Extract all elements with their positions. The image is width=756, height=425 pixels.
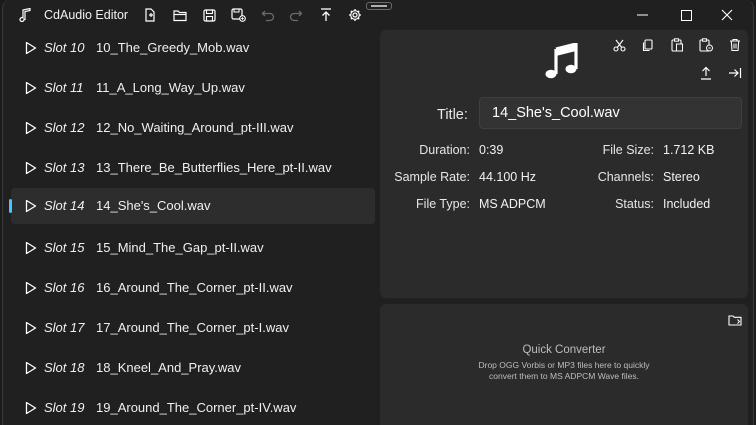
status-label: Status: xyxy=(615,197,654,211)
slot-filename: 11_A_Long_Way_Up.wav xyxy=(96,80,245,95)
app-title: CdAudio Editor xyxy=(44,8,129,22)
move-to-end-icon[interactable] xyxy=(725,63,745,83)
details-panel: Title: Duration: 0:39 File Size: 1.712 K… xyxy=(380,30,748,298)
slot-number: Slot 11 xyxy=(44,80,84,95)
slot-number: Slot 13 xyxy=(44,160,85,175)
maximize-button[interactable] xyxy=(664,0,708,30)
quick-converter-title: Quick Converter xyxy=(522,344,606,356)
copy-icon[interactable] xyxy=(638,35,658,55)
play-icon[interactable] xyxy=(25,401,37,415)
music-note-icon xyxy=(545,43,578,79)
upload-icon[interactable] xyxy=(696,63,716,83)
slot-number: Slot 19 xyxy=(44,400,85,415)
export-icon[interactable] xyxy=(316,6,336,24)
redo-icon[interactable] xyxy=(286,6,306,24)
slot-number: Slot 12 xyxy=(44,120,85,135)
play-icon[interactable] xyxy=(25,281,37,295)
selection-indicator xyxy=(9,199,12,213)
slot-row[interactable]: Slot 13 13_There_Be_Butterflies_Here_pt-… xyxy=(11,150,375,186)
slot-filename: 19_Around_The_Corner_pt-IV.wav xyxy=(96,400,297,415)
slot-row[interactable]: Slot 10 10_The_Greedy_Mob.wav xyxy=(11,30,375,66)
slot-row-selected[interactable]: Slot 14 14_She's_Cool.wav xyxy=(9,188,375,224)
slot-filename: 10_The_Greedy_Mob.wav xyxy=(96,40,250,55)
file-size-value: 1.712 KB xyxy=(663,143,715,157)
slot-filename: 15_Mind_The_Gap_pt-II.wav xyxy=(96,240,264,255)
slot-filename: 14_She's_Cool.wav xyxy=(96,198,211,213)
minimize-button[interactable] xyxy=(620,0,664,30)
slot-number: Slot 14 xyxy=(44,198,85,213)
sample-rate-label: Sample Rate: xyxy=(394,170,470,184)
new-file-icon[interactable] xyxy=(140,6,160,24)
slot-number: Slot 18 xyxy=(44,360,85,375)
title-input[interactable] xyxy=(479,97,742,129)
slot-row[interactable]: Slot 19 19_Around_The_Corner_pt-IV.wav xyxy=(11,390,375,425)
app-window: CdAudio Editor Slot 10 10_The_Greedy_Mob… xyxy=(2,0,754,425)
undo-icon[interactable] xyxy=(258,6,278,24)
sample-rate-value: 44.100 Hz xyxy=(479,170,536,184)
channels-label: Channels: xyxy=(597,170,654,184)
duration-label: Duration: xyxy=(419,143,470,157)
duration-value: 0:39 xyxy=(479,143,504,157)
play-icon[interactable] xyxy=(25,81,37,95)
play-icon[interactable] xyxy=(25,321,37,335)
slot-number: Slot 16 xyxy=(44,280,85,295)
slot-filename: 12_No_Waiting_Around_pt-III.wav xyxy=(96,120,294,135)
file-type-value: MS ADPCM xyxy=(479,197,546,211)
slot-number: Slot 15 xyxy=(44,240,85,255)
drag-handle[interactable] xyxy=(366,2,392,10)
quick-converter-description: Drop OGG Vorbis or MP3 files here to qui… xyxy=(478,360,650,381)
open-folder-icon[interactable] xyxy=(725,310,745,330)
save-icon[interactable] xyxy=(199,6,219,24)
play-icon[interactable] xyxy=(25,241,37,255)
slot-number: Slot 17 xyxy=(44,320,85,335)
slot-row[interactable]: Slot 11 11_A_Long_Way_Up.wav xyxy=(11,70,375,106)
paste-special-icon[interactable] xyxy=(696,35,716,55)
save-as-icon[interactable] xyxy=(228,6,248,24)
title-label: Title: xyxy=(437,107,468,123)
slot-filename: 17_Around_The_Corner_pt-I.wav xyxy=(96,320,289,335)
play-icon[interactable] xyxy=(25,161,37,175)
file-type-label: File Type: xyxy=(416,197,470,211)
quick-converter-dropzone[interactable]: Quick Converter Drop OGG Vorbis or MP3 f… xyxy=(380,304,748,425)
delete-icon[interactable] xyxy=(725,35,745,55)
settings-icon[interactable] xyxy=(345,6,365,24)
app-music-note-icon xyxy=(19,7,33,27)
paste-icon[interactable] xyxy=(667,35,687,55)
close-button[interactable] xyxy=(705,0,749,30)
play-icon[interactable] xyxy=(25,199,37,213)
status-value: Included xyxy=(663,197,711,211)
slot-filename: 18_Kneel_And_Pray.wav xyxy=(96,360,242,375)
slot-row[interactable]: Slot 15 15_Mind_The_Gap_pt-II.wav xyxy=(11,230,375,266)
open-folder-icon[interactable] xyxy=(170,6,190,24)
slot-row[interactable]: Slot 12 12_No_Waiting_Around_pt-III.wav xyxy=(11,110,375,146)
play-icon[interactable] xyxy=(25,41,37,55)
play-icon[interactable] xyxy=(25,121,37,135)
slot-filename: 16_Around_The_Corner_pt-II.wav xyxy=(96,280,293,295)
slot-row[interactable]: Slot 16 16_Around_The_Corner_pt-II.wav xyxy=(11,270,375,306)
file-size-label: File Size: xyxy=(602,143,654,157)
cut-icon[interactable] xyxy=(609,35,629,55)
slot-filename: 13_There_Be_Butterflies_Here_pt-II.wav xyxy=(96,160,332,175)
title-bar: CdAudio Editor xyxy=(3,0,753,30)
play-icon[interactable] xyxy=(25,361,37,375)
channels-value: Stereo xyxy=(663,170,700,184)
slot-row[interactable]: Slot 18 18_Kneel_And_Pray.wav xyxy=(11,350,375,386)
slot-row[interactable]: Slot 17 17_Around_The_Corner_pt-I.wav xyxy=(11,310,375,346)
slot-number: Slot 10 xyxy=(44,40,85,55)
slot-list[interactable]: Slot 10 10_The_Greedy_Mob.wav Slot 11 11… xyxy=(9,30,377,425)
